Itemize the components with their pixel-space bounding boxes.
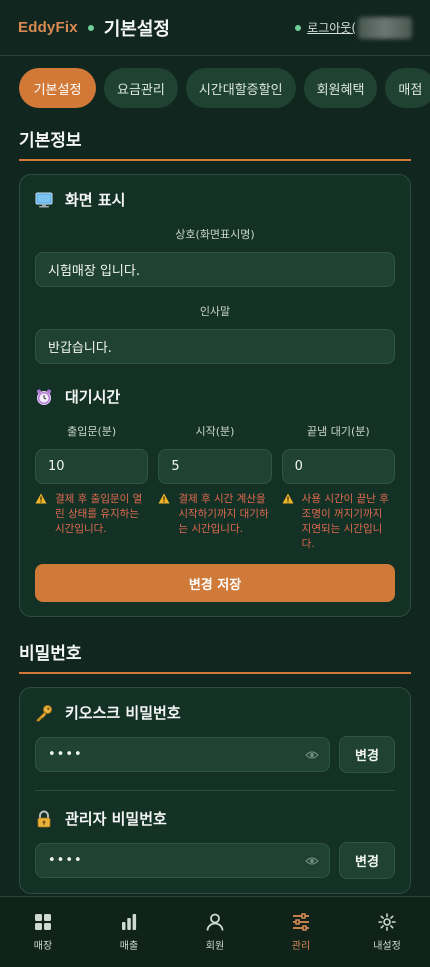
start-warning-text: 결제 후 시간 계산을 시작하기까지 대기하는 시간입니다. <box>178 493 269 535</box>
user-icon <box>206 913 224 931</box>
nav-my-settings-label: 내설정 <box>373 940 401 952</box>
kiosk-password-value: •••• <box>48 747 83 762</box>
greeting-input[interactable]: 반갑습니다. <box>35 329 395 364</box>
kiosk-pw-heading-label: 키오스크 비밀번호 <box>65 704 181 722</box>
nav-manage-label: 관리 <box>291 940 311 952</box>
nav-sales-label: 매출 <box>119 940 139 952</box>
nav-sales[interactable]: 매출 <box>99 913 159 952</box>
save-changes-button[interactable]: 변경 저장 <box>35 564 395 602</box>
basic-info-title: 기본정보 <box>19 126 411 161</box>
kiosk-pw-row: •••• 변경 <box>35 736 395 773</box>
eye-icon[interactable] <box>305 750 319 760</box>
wait-col-door: 출입문(분) 10 결제 후 출입문이 열린 상태를 유지하는 시간입니다. <box>35 407 149 552</box>
nav-my-settings[interactable]: 내설정 <box>357 912 417 952</box>
display-heading-label: 화면 표시 <box>65 191 126 209</box>
nav-store[interactable]: 매장 <box>13 913 73 952</box>
greeting-label: 인사말 <box>199 305 231 318</box>
gear-icon <box>378 912 396 931</box>
admin-password-change-button[interactable]: 변경 <box>339 842 395 879</box>
start-warning: 결제 후 시간 계산을 시작하기까지 대기하는 시간입니다. <box>158 492 271 537</box>
end-warning: 사용 시간이 끝난 후 조명이 꺼지기까지 지연되는 시간입니다. <box>282 492 395 552</box>
store-name-label: 상호(화면표시명) <box>175 228 255 241</box>
tab-fee-management[interactable]: 요금관리 <box>104 68 178 108</box>
start-label: 시작(분) <box>195 425 235 438</box>
header-account: 로그아웃( <box>295 16 412 39</box>
password-card: 키오스크 비밀번호 •••• 변경 관리자 비밀번호 •••• 변경 <box>19 687 411 894</box>
monitor-icon <box>35 191 53 209</box>
grid-icon <box>35 913 51 930</box>
end-label: 끝냄 대기(분) <box>306 425 370 438</box>
logout-link[interactable]: 로그아웃( <box>307 19 356 36</box>
store-name-input[interactable]: 시험매장 입니다. <box>35 252 395 287</box>
display-heading: 화면 표시 <box>35 189 395 210</box>
logo[interactable]: EddyFix <box>18 19 78 36</box>
start-minutes-input[interactable]: 5 <box>158 449 272 484</box>
admin-pw-row: •••• 변경 <box>35 842 395 879</box>
tab-basic-settings[interactable]: 기본설정 <box>19 68 96 108</box>
admin-password-input[interactable]: •••• <box>35 843 330 878</box>
nav-manage[interactable]: 관리 <box>271 912 331 952</box>
admin-password-value: •••• <box>48 853 83 868</box>
admin-pw-heading-label: 관리자 비밀번호 <box>65 810 167 828</box>
tab-bar: 기본설정 요금관리 시간대할증할인 회원혜택 매점 <box>0 56 430 108</box>
status-dot <box>87 24 94 31</box>
warning-icon <box>35 492 49 537</box>
bar-chart-icon <box>122 913 137 930</box>
key-icon <box>35 704 53 722</box>
wait-time-grid: 출입문(분) 10 결제 후 출입문이 열린 상태를 유지하는 시간입니다. 시… <box>35 407 395 552</box>
warning-icon <box>282 492 296 552</box>
door-minutes-input[interactable]: 10 <box>35 449 149 484</box>
door-label: 출입문(분) <box>67 425 117 438</box>
alarm-clock-icon <box>35 388 53 406</box>
sliders-icon <box>293 912 309 931</box>
basic-info-card: 화면 표시 상호(화면표시명) 시험매장 입니다. 인사말 반갑습니다. 대기시… <box>19 174 411 617</box>
page-title: 기본설정 <box>103 18 170 40</box>
nav-members-label: 회원 <box>205 940 225 952</box>
nav-store-label: 매장 <box>33 940 53 952</box>
kiosk-password-input[interactable]: •••• <box>35 737 330 772</box>
kiosk-pw-heading: 키오스크 비밀번호 <box>35 702 395 723</box>
password-title: 비밀번호 <box>19 639 411 674</box>
divider <box>35 790 395 791</box>
wait-heading-label: 대기시간 <box>65 388 121 406</box>
redacted-username <box>358 16 412 39</box>
door-warning: 결제 후 출입문이 열린 상태를 유지하는 시간입니다. <box>35 492 148 537</box>
tab-store[interactable]: 매점 <box>385 68 430 108</box>
end-warning-text: 사용 시간이 끝난 후 조명이 꺼지기까지 지연되는 시간입니다. <box>301 493 389 550</box>
tab-time-surcharge[interactable]: 시간대할증할인 <box>185 68 296 108</box>
header: EddyFix 기본설정 로그아웃( <box>0 0 430 56</box>
warning-icon <box>158 492 172 537</box>
kiosk-password-change-button[interactable]: 변경 <box>339 736 395 773</box>
tab-member-benefits[interactable]: 회원혜택 <box>303 68 378 108</box>
brand: EddyFix 기본설정 <box>18 15 170 41</box>
lock-key-icon <box>35 810 53 828</box>
online-dot <box>295 24 302 31</box>
admin-pw-heading: 관리자 비밀번호 <box>35 808 395 829</box>
end-minutes-input[interactable]: 0 <box>281 449 395 484</box>
nav-members[interactable]: 회원 <box>185 913 245 952</box>
wait-col-start: 시작(분) 5 결제 후 시간 계산을 시작하기까지 대기하는 시간입니다. <box>158 407 272 552</box>
bottom-nav: 매장 매출 회원 관리 내설정 <box>0 896 430 967</box>
eye-icon[interactable] <box>305 856 319 866</box>
wait-heading: 대기시간 <box>35 386 395 407</box>
door-warning-text: 결제 후 출입문이 열린 상태를 유지하는 시간입니다. <box>55 493 143 535</box>
wait-col-end: 끝냄 대기(분) 0 사용 시간이 끝난 후 조명이 꺼지기까지 지연되는 시간… <box>281 407 395 552</box>
